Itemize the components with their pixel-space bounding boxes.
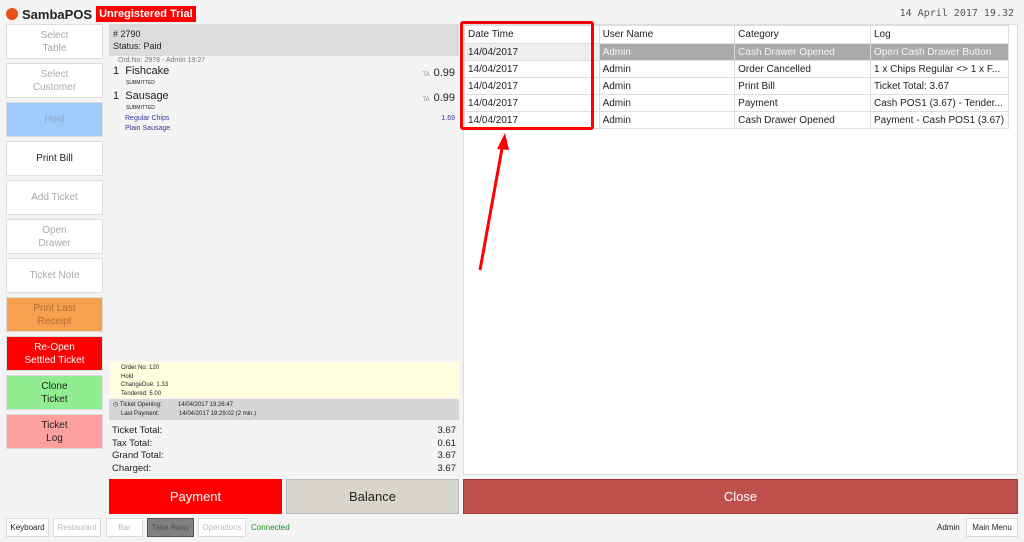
column-header[interactable]: User Name xyxy=(598,25,736,44)
log-cell: Order Cancelled xyxy=(734,60,871,78)
total-value: 3.67 xyxy=(437,462,457,474)
item-qty: 1 xyxy=(113,65,120,77)
column-header[interactable]: Category xyxy=(734,25,871,44)
brand-name: SambaPOS xyxy=(22,6,93,22)
take-away-button[interactable]: Take Away xyxy=(147,518,194,537)
payment-label: Last Payment: xyxy=(121,411,160,417)
note-hold: Hold xyxy=(121,373,134,380)
log-cell: Cash POS1 (3.67) - Tender... xyxy=(869,94,1010,112)
log-cell: Admin xyxy=(598,111,736,129)
opening-label: Ticket Opening: xyxy=(119,402,162,408)
total-row: Tax Total: 0.61 xyxy=(109,438,459,451)
item-qty: 1 xyxy=(113,90,120,102)
column-header[interactable]: Log xyxy=(869,25,1010,44)
left-button-print-last-receipt[interactable]: Print Last Receipt xyxy=(6,297,103,332)
total-value: 0.61 xyxy=(437,437,457,449)
log-cell: Open Cash Drawer Button xyxy=(869,43,1010,61)
left-button-print-bill[interactable]: Print Bill xyxy=(6,141,103,176)
annotation-arrow xyxy=(478,133,509,271)
total-label: Ticket Total: xyxy=(112,425,163,436)
ticket-notes: Order No: 120 Hold ChangeDue: 1.33 Tende… xyxy=(109,362,459,398)
item-tag: TA xyxy=(422,72,430,78)
opening-value: 14/04/2017 19:26:47 xyxy=(177,402,233,408)
keyboard-button[interactable]: Keyboard xyxy=(6,518,49,537)
left-button-select-table[interactable]: Select Table xyxy=(6,24,103,59)
logo-icon xyxy=(6,8,18,20)
item-modifier: Regular Chips 1.69 xyxy=(109,115,459,125)
log-cell: Payment - Cash POS1 (3.67) xyxy=(869,111,1010,129)
total-value: 3.67 xyxy=(437,450,457,461)
modifier-name: Plain Sausage xyxy=(125,125,171,132)
item-tag: TA xyxy=(422,97,430,103)
note-change-due: ChangeDue: 1.33 xyxy=(121,382,169,388)
item-state: SUBMITTED xyxy=(126,105,155,111)
highlight-box xyxy=(460,21,594,130)
item-price: 0.99 xyxy=(433,67,455,79)
item-state: SUBMITTED xyxy=(126,80,155,86)
left-button-select-customer[interactable]: Select Customer xyxy=(6,63,103,98)
order-info: Ord.No: 2978 - Admin 19:27 xyxy=(118,57,206,64)
log-cell: Print Bill xyxy=(734,77,871,95)
item-price: 0.99 xyxy=(433,92,455,104)
balance-button[interactable]: Balance xyxy=(286,479,459,514)
item-name: Sausage xyxy=(125,90,169,102)
total-row: Ticket Total: 3.67 xyxy=(109,425,459,438)
ticket-status: Status: Paid xyxy=(113,41,162,51)
left-button-ticket-log[interactable]: Ticket Log xyxy=(6,414,103,449)
left-button-hold[interactable]: Hold xyxy=(6,102,103,137)
left-button-add-ticket[interactable]: Add Ticket xyxy=(6,180,103,215)
item-name: Fishcake xyxy=(125,65,170,77)
current-user: Admin xyxy=(937,523,960,532)
total-row: Grand Total: 3.67 xyxy=(109,450,459,463)
payment-button[interactable]: Payment xyxy=(109,479,282,514)
log-cell: Cash Drawer Opened xyxy=(734,43,871,61)
log-cell: Admin xyxy=(598,60,736,78)
trial-badge: Unregistered Trial xyxy=(96,6,196,22)
close-button[interactable]: Close xyxy=(463,479,1018,514)
log-cell: 1 x Chips Regular <> 1 x F... xyxy=(869,60,1010,78)
bar-button[interactable]: Bar xyxy=(106,518,143,537)
app-logo: SambaPOS Unregistered Trial xyxy=(6,6,196,22)
log-cell: Ticket Total: 3.67 xyxy=(869,77,1010,95)
clock: 14 April 2017 19.32 xyxy=(899,8,1014,19)
total-value: 3.67 xyxy=(437,425,457,436)
left-button-ticket-note[interactable]: Ticket Note xyxy=(6,258,103,293)
connection-status: Connected xyxy=(251,523,290,532)
log-cell: Admin xyxy=(598,77,736,95)
log-cell: Admin xyxy=(598,94,736,112)
main-menu-button[interactable]: Main Menu xyxy=(966,518,1018,537)
payment-value: 14/04/2017 19:29:02 (2 min.) xyxy=(179,411,257,417)
order-item[interactable]: 1 Fishcake SUBMITTED TA 0.99 xyxy=(109,65,459,90)
total-label: Tax Total: xyxy=(112,437,152,449)
log-cell: Cash Drawer Opened xyxy=(734,111,871,129)
left-button-open-drawer[interactable]: Open Drawer xyxy=(6,219,103,254)
log-cell: Payment xyxy=(734,94,871,112)
left-button-clone-ticket[interactable]: Clone Ticket xyxy=(6,375,103,410)
ticket-times: ◷ Ticket Opening: 14/04/2017 19:26:47 Las… xyxy=(109,399,459,420)
clock-icon: ◷ xyxy=(113,402,120,408)
note-tendered: Tendered: 5.00 xyxy=(121,390,162,397)
total-row: Charged: 3.67 xyxy=(109,463,459,476)
log-cell: Admin xyxy=(598,43,736,61)
restaurant-button[interactable]: Restaurant xyxy=(53,518,101,537)
order-item[interactable]: 1 Sausage SUBMITTED TA 0.99 xyxy=(109,90,459,115)
total-label: Charged: xyxy=(112,462,152,474)
ticket-number: # 2790 xyxy=(113,29,141,39)
total-label: Grand Total: xyxy=(112,450,164,461)
note-order-no: Order No: 120 xyxy=(121,365,160,371)
modifier-price: 1.69 xyxy=(441,115,455,122)
item-modifier: Plain Sausage xyxy=(109,125,459,135)
operations-button[interactable]: Operations xyxy=(198,518,246,537)
left-button-re-open-settled-ticket[interactable]: Re-Open Settled Ticket xyxy=(6,336,103,371)
modifier-name: Regular Chips xyxy=(125,115,170,122)
